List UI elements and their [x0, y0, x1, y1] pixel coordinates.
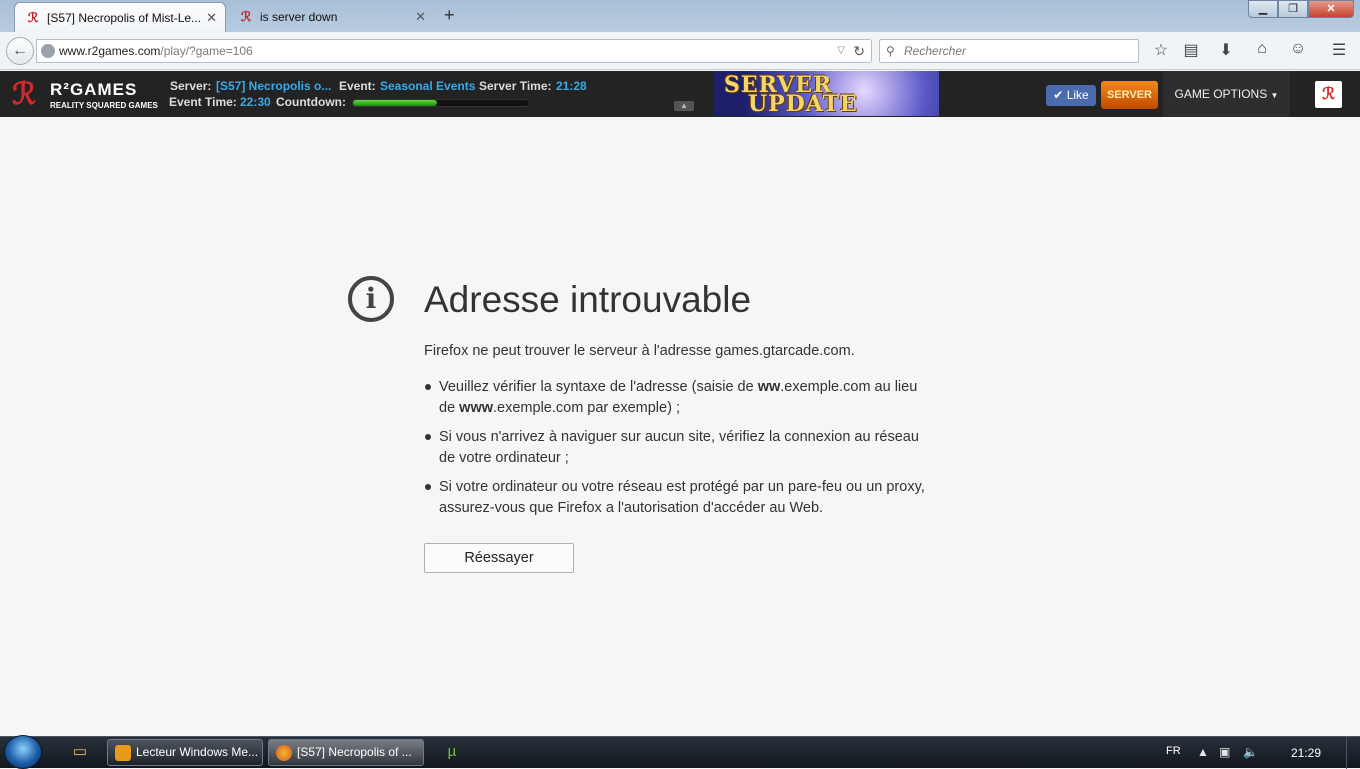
facebook-like-button[interactable]: ✔ Like: [1046, 85, 1096, 106]
server-time-value: 21:28: [556, 79, 587, 93]
minimize-window-icon[interactable]: ▁: [1248, 0, 1278, 18]
brand-tagline: REALITY SQUARED GAMES: [50, 101, 158, 110]
tab-is-server-down[interactable]: ℛ is server down ✕: [228, 2, 434, 32]
windows-taskbar: ▭ Lecteur Windows Me... [S57] Necropolis…: [0, 735, 1360, 769]
clock[interactable]: 21:29: [1291, 746, 1321, 760]
volume-icon[interactable]: 🔈: [1243, 745, 1258, 759]
r2games-favicon-icon: ℛ: [240, 9, 252, 24]
show-hidden-icons-icon[interactable]: ▲: [1197, 745, 1209, 759]
close-window-icon[interactable]: ✕: [1308, 0, 1354, 18]
search-placeholder: Rechercher: [904, 44, 967, 58]
countdown-progress-bar: [352, 99, 530, 107]
url-bar[interactable]: www.r2games.com/play/?game=106 ▽ ↻: [36, 39, 872, 63]
chat-icon[interactable]: ☺: [1287, 40, 1309, 58]
media-player-icon: [115, 745, 131, 761]
like-label: Like: [1066, 88, 1089, 102]
r2games-account-icon[interactable]: ℛ: [1315, 81, 1342, 108]
error-description: Firefox ne peut trouver le serveur à l'a…: [424, 343, 855, 359]
server-button[interactable]: SERVER: [1101, 81, 1158, 109]
game-options-label: GAME OPTIONS: [1174, 87, 1268, 101]
chevron-down-icon: ▼: [1270, 91, 1279, 100]
server-update-banner[interactable]: SERVER UPDATE: [714, 71, 939, 116]
info-icon: i: [348, 276, 394, 322]
download-icon[interactable]: ⬇: [1215, 40, 1237, 60]
suggestion-item: Veuillez vérifier la syntaxe de l'adress…: [424, 377, 934, 419]
url-domain: www.r2games.com: [59, 44, 161, 58]
error-suggestions-list: Veuillez vérifier la syntaxe de l'adress…: [424, 377, 934, 527]
globe-icon: [41, 44, 55, 58]
tab-close-icon[interactable]: ✕: [415, 9, 426, 25]
taskbar-item-media-player[interactable]: Lecteur Windows Me...: [107, 739, 263, 766]
taskbar-item-firefox[interactable]: [S57] Necropolis of ...: [268, 739, 424, 766]
countdown-label: Countdown:: [276, 95, 346, 109]
restore-window-icon[interactable]: ❐: [1278, 0, 1308, 18]
bookmark-star-icon[interactable]: ☆: [1150, 40, 1172, 60]
start-button-icon[interactable]: [4, 735, 42, 769]
r2games-logo[interactable]: ℛ R²GAMES REALITY SQUARED GAMES: [12, 77, 160, 113]
network-icon[interactable]: ▣: [1219, 745, 1230, 759]
event-time-value: 22:30: [240, 95, 271, 109]
retry-button[interactable]: Réessayer: [424, 543, 574, 573]
server-time-label: Server Time:: [479, 79, 552, 93]
server-value[interactable]: [S57] Necropolis o...: [216, 79, 331, 93]
home-icon[interactable]: ⌂: [1251, 40, 1273, 58]
show-desktop-button[interactable]: [1346, 737, 1360, 769]
language-indicator[interactable]: FR: [1166, 745, 1181, 757]
event-label: Event:: [339, 79, 376, 93]
browser-titlebar: ℛ [S57] Necropolis of Mist-Le... ✕ ℛ is …: [0, 0, 1360, 32]
countdown-progress-fill: [353, 100, 438, 106]
window-controls: ▁ ❐ ✕: [1248, 0, 1354, 18]
reload-icon[interactable]: ↻: [853, 40, 865, 62]
file-explorer-icon[interactable]: ▭: [68, 741, 92, 763]
event-time-label: Event Time:: [169, 95, 237, 109]
server-label: Server:: [170, 79, 212, 93]
new-tab-plus-icon[interactable]: +: [444, 5, 455, 26]
menu-icon[interactable]: ☰: [1328, 40, 1350, 60]
r2games-favicon-icon: ℛ: [27, 9, 39, 25]
reading-list-icon[interactable]: ▤: [1180, 40, 1202, 60]
search-input[interactable]: ⚲ Rechercher: [879, 39, 1139, 63]
error-title: Adresse introuvable: [424, 279, 752, 320]
suggestion-item: Si vous n'arrivez à naviguer sur aucun s…: [424, 427, 934, 469]
tab-close-icon[interactable]: ✕: [206, 10, 217, 26]
url-history-dropdown-icon[interactable]: ▽: [837, 40, 845, 62]
tab-label: is server down: [260, 10, 338, 24]
tab-label: [S57] Necropolis of Mist-Le...: [47, 10, 202, 25]
r2-mark-icon: ℛ: [12, 78, 36, 111]
game-options-dropdown[interactable]: GAME OPTIONS ▼: [1163, 71, 1290, 117]
search-icon: ⚲: [886, 44, 895, 58]
suggestion-item: Si votre ordinateur ou votre réseau est …: [424, 477, 934, 519]
firefox-icon: [276, 745, 292, 761]
tab-necropolis[interactable]: ℛ [S57] Necropolis of Mist-Le... ✕: [14, 2, 226, 32]
utorrent-icon[interactable]: µ: [440, 741, 464, 763]
back-arrow-icon[interactable]: ←: [6, 37, 34, 65]
collapse-toolbar-icon[interactable]: ▲: [674, 101, 694, 111]
navigation-toolbar: ← www.r2games.com/play/?game=106 ▽ ↻ ⚲ R…: [0, 32, 1360, 70]
brand-name: R²GAMES: [50, 80, 138, 99]
event-value[interactable]: Seasonal Events: [380, 79, 475, 93]
banner-line-2: UPDATE: [748, 91, 858, 116]
url-path: /play/?game=106: [160, 44, 253, 58]
